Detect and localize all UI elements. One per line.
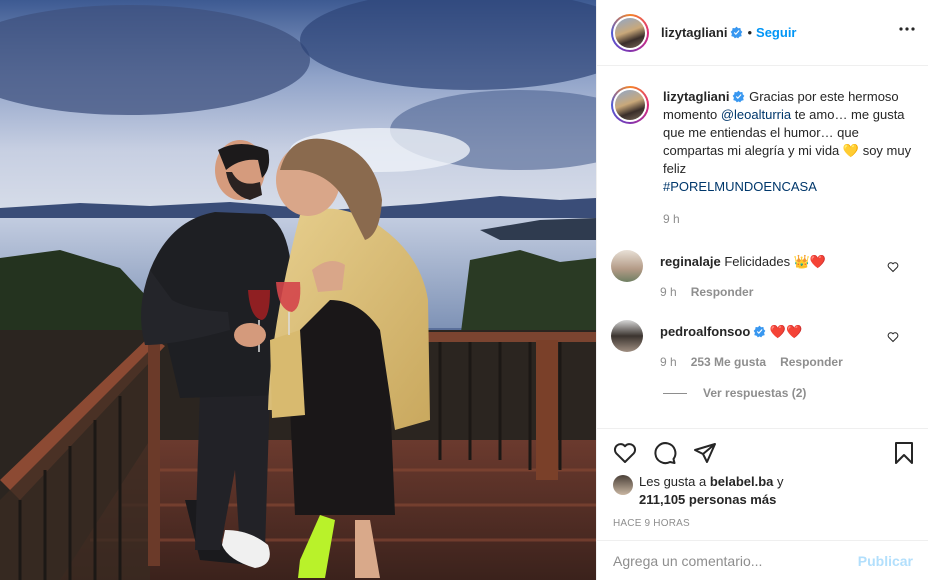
comment-icon[interactable] xyxy=(653,441,677,465)
yellow-heart-emoji: 💛 xyxy=(842,143,860,158)
comment-meta: 9 h 253 Me gusta Responder xyxy=(660,353,857,371)
share-icon[interactable] xyxy=(693,441,717,465)
post-photo[interactable] xyxy=(0,0,596,580)
comment-meta: 9 h Responder xyxy=(660,283,826,301)
comment-like-heart-icon[interactable] xyxy=(887,331,899,343)
posted-time[interactable]: HACE 9 HORAS xyxy=(613,518,690,529)
follow-button[interactable]: Seguir xyxy=(756,25,796,40)
view-replies-label: Ver respuestas (2) xyxy=(703,386,807,400)
bookmark-icon[interactable] xyxy=(893,441,915,465)
author-username[interactable]: lizytagliani xyxy=(661,25,727,40)
replies-divider xyxy=(663,392,687,394)
more-options-icon[interactable] xyxy=(899,26,915,32)
heart-icon[interactable] xyxy=(613,441,637,465)
likes-text: Les gusta a belabel.ba y 211,105 persona… xyxy=(639,473,784,509)
add-comment-bar: Agrega un comentario... Publicar xyxy=(597,540,928,580)
comment-username[interactable]: reginalaje xyxy=(660,254,721,269)
verified-badge-icon xyxy=(731,26,743,39)
comment-username[interactable]: pedroalfonsoo xyxy=(660,324,750,339)
caption-username[interactable]: lizytagliani xyxy=(663,89,729,104)
caption-time[interactable]: 9 h xyxy=(663,210,913,228)
comment-like-count[interactable]: 253 Me gusta xyxy=(691,355,766,369)
comment-item: pedroalfonsoo ❤️❤️ 9 h 253 Me gusta Respon… xyxy=(611,320,917,371)
reply-button[interactable]: Responder xyxy=(780,355,843,369)
liker-avatar[interactable] xyxy=(613,475,633,495)
likes-conj: y xyxy=(773,474,784,489)
comment-time[interactable]: 9 h xyxy=(660,355,677,369)
caption-author-avatar[interactable] xyxy=(611,86,649,124)
commenter-avatar[interactable] xyxy=(611,250,643,282)
commenter-avatar[interactable] xyxy=(611,320,643,352)
comment-emoji: 👑❤️ xyxy=(793,254,827,269)
likes-count[interactable]: 211,105 personas más xyxy=(639,492,776,507)
comment-input[interactable]: Agrega un comentario... xyxy=(613,553,858,569)
post-side-panel: lizytagliani • Seguir lizytagliani Graci… xyxy=(596,0,928,580)
likes-prefix: Les gusta a xyxy=(639,474,710,489)
reply-button[interactable]: Responder xyxy=(691,285,754,299)
caption-hashtag[interactable]: #PORELMUNDOENCASA xyxy=(663,179,817,194)
liker-username[interactable]: belabel.ba xyxy=(710,474,774,489)
post-header: lizytagliani • Seguir xyxy=(597,0,928,66)
likes-summary: Les gusta a belabel.ba y 211,105 persona… xyxy=(613,473,784,509)
instagram-post: lizytagliani • Seguir lizytagliani Graci… xyxy=(0,0,928,580)
view-replies-button[interactable]: Ver respuestas (2) xyxy=(663,386,806,400)
post-actions-bar xyxy=(597,428,928,478)
comment-time[interactable]: 9 h xyxy=(660,285,677,299)
caption-text: lizytagliani Gracias por este hermoso mo… xyxy=(663,88,913,228)
photo-scene xyxy=(0,0,596,580)
comment-item: reginalaje Felicidades 👑❤️ 9 h Responder xyxy=(611,250,917,301)
caption-mention[interactable]: @leoalturria xyxy=(721,107,791,122)
comment-emoji: ❤️❤️ xyxy=(769,324,803,339)
separator-dot: • xyxy=(747,25,753,40)
author-avatar[interactable] xyxy=(611,13,649,52)
publish-button[interactable]: Publicar xyxy=(858,553,913,569)
comment-text: Felicidades xyxy=(724,254,794,269)
comment-like-heart-icon[interactable] xyxy=(887,261,899,273)
post-caption: lizytagliani Gracias por este hermoso mo… xyxy=(611,86,917,228)
verified-badge-icon xyxy=(753,325,766,338)
verified-badge-icon xyxy=(733,90,745,103)
